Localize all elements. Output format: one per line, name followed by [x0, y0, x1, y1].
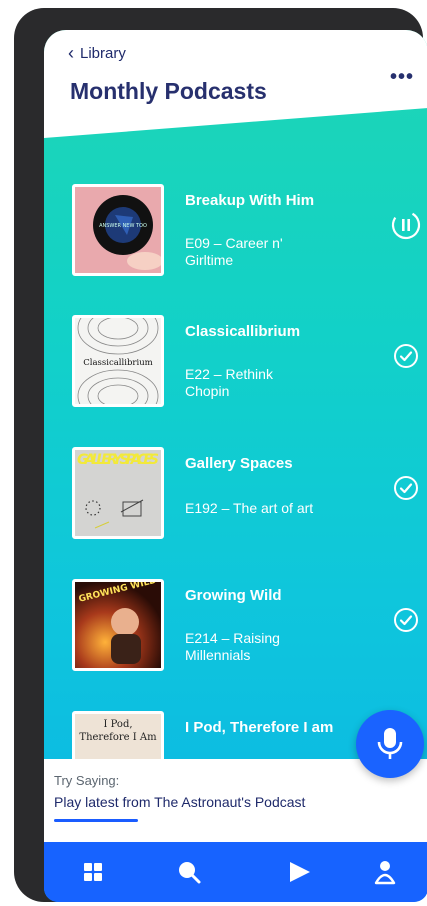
list-item[interactable]: ANSWER NEW TOO Breakup With Him E09 – Ca…: [72, 184, 421, 278]
podcast-artwork: ANSWER NEW TOO: [72, 184, 164, 276]
episode-subtitle: E09 – Career n' Girltime: [185, 235, 283, 268]
suggestion-progress: [54, 819, 138, 822]
check-icon[interactable]: [390, 340, 422, 372]
microphone-icon: [377, 728, 403, 759]
episode-title: Classicallibrium: [185, 323, 301, 340]
art-label: GALLERY SPACES: [77, 452, 159, 468]
page-title: Monthly Podcasts: [70, 78, 267, 104]
profile-icon[interactable]: [368, 855, 402, 889]
episode-title: I Pod, Therefore I am: [185, 719, 334, 736]
art-label: Classicallibrium: [83, 358, 152, 368]
podcast-artwork: GALLERY SPACES: [72, 447, 164, 539]
chevron-left-icon: ‹: [68, 43, 74, 63]
play-icon[interactable]: [282, 855, 316, 889]
episode-title: Growing Wild: [185, 587, 282, 604]
bottom-nav: [44, 842, 427, 902]
episode-title: Gallery Spaces: [185, 455, 293, 472]
episode-title: Breakup With Him: [185, 192, 315, 209]
episode-subtitle: E214 – Raising Millennials: [185, 630, 280, 663]
check-icon[interactable]: [390, 472, 422, 504]
art-label: I Pod, Therefore I Am: [79, 719, 157, 743]
phone-frame: ‹ Library Monthly Podcasts ••• ANSWER NE…: [14, 8, 427, 902]
paused-icon[interactable]: [390, 209, 422, 241]
try-saying-label: Try Saying:: [54, 773, 120, 788]
back-label: Library: [80, 44, 126, 62]
microphone-button[interactable]: [356, 710, 424, 778]
suggested-phrase[interactable]: Play latest from The Astronaut's Podcast: [54, 794, 305, 810]
podcast-artwork: GROWING WILD: [72, 579, 164, 671]
back-button[interactable]: ‹ Library: [68, 44, 126, 62]
app-screen: ‹ Library Monthly Podcasts ••• ANSWER NE…: [44, 30, 427, 902]
list-item[interactable]: GALLERY SPACES Gallery Spaces E192 – The…: [72, 447, 418, 541]
search-icon[interactable]: [172, 855, 206, 889]
episode-subtitle: E22 – Rethink Chopin: [185, 366, 273, 399]
header: ‹ Library Monthly Podcasts •••: [44, 30, 427, 165]
art-label: ANSWER NEW TOO: [99, 223, 147, 229]
list-item[interactable]: GROWING WILD Growing Wild E214 – Raising…: [72, 579, 418, 673]
podcast-artwork: Classicallibrium: [72, 315, 164, 407]
check-icon[interactable]: [390, 604, 422, 636]
more-options-icon[interactable]: •••: [390, 66, 414, 89]
episode-subtitle: E192 – The art of art: [185, 500, 314, 516]
list-item[interactable]: Classicallibrium Classicallibrium E22 – …: [72, 315, 418, 409]
grid-icon[interactable]: [76, 855, 110, 889]
